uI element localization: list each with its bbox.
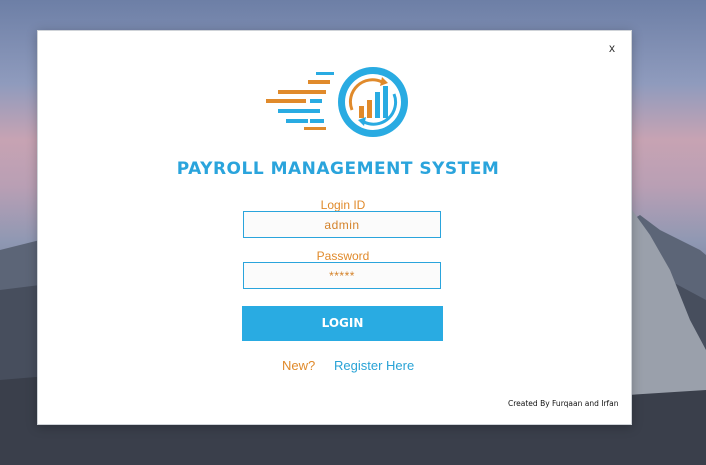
- payroll-chart-logo-icon: [266, 67, 408, 137]
- password-input[interactable]: [243, 262, 441, 289]
- app-title: PAYROLL MANAGEMENT SYSTEM: [176, 159, 500, 179]
- credit-text: Created By Furqaan and Irfan: [508, 399, 619, 408]
- password-label: Password: [316, 249, 370, 263]
- login-id-label: Login ID: [320, 198, 366, 212]
- new-user-prompt: New?: [282, 358, 316, 373]
- login-dialog: x PAYROLL MANAGEMENT SYSTEM Login ID Pas…: [37, 30, 632, 425]
- login-id-input[interactable]: [243, 211, 441, 238]
- login-button[interactable]: LOGIN: [242, 306, 443, 341]
- register-link[interactable]: Register Here: [334, 358, 414, 373]
- close-button[interactable]: x: [605, 41, 619, 55]
